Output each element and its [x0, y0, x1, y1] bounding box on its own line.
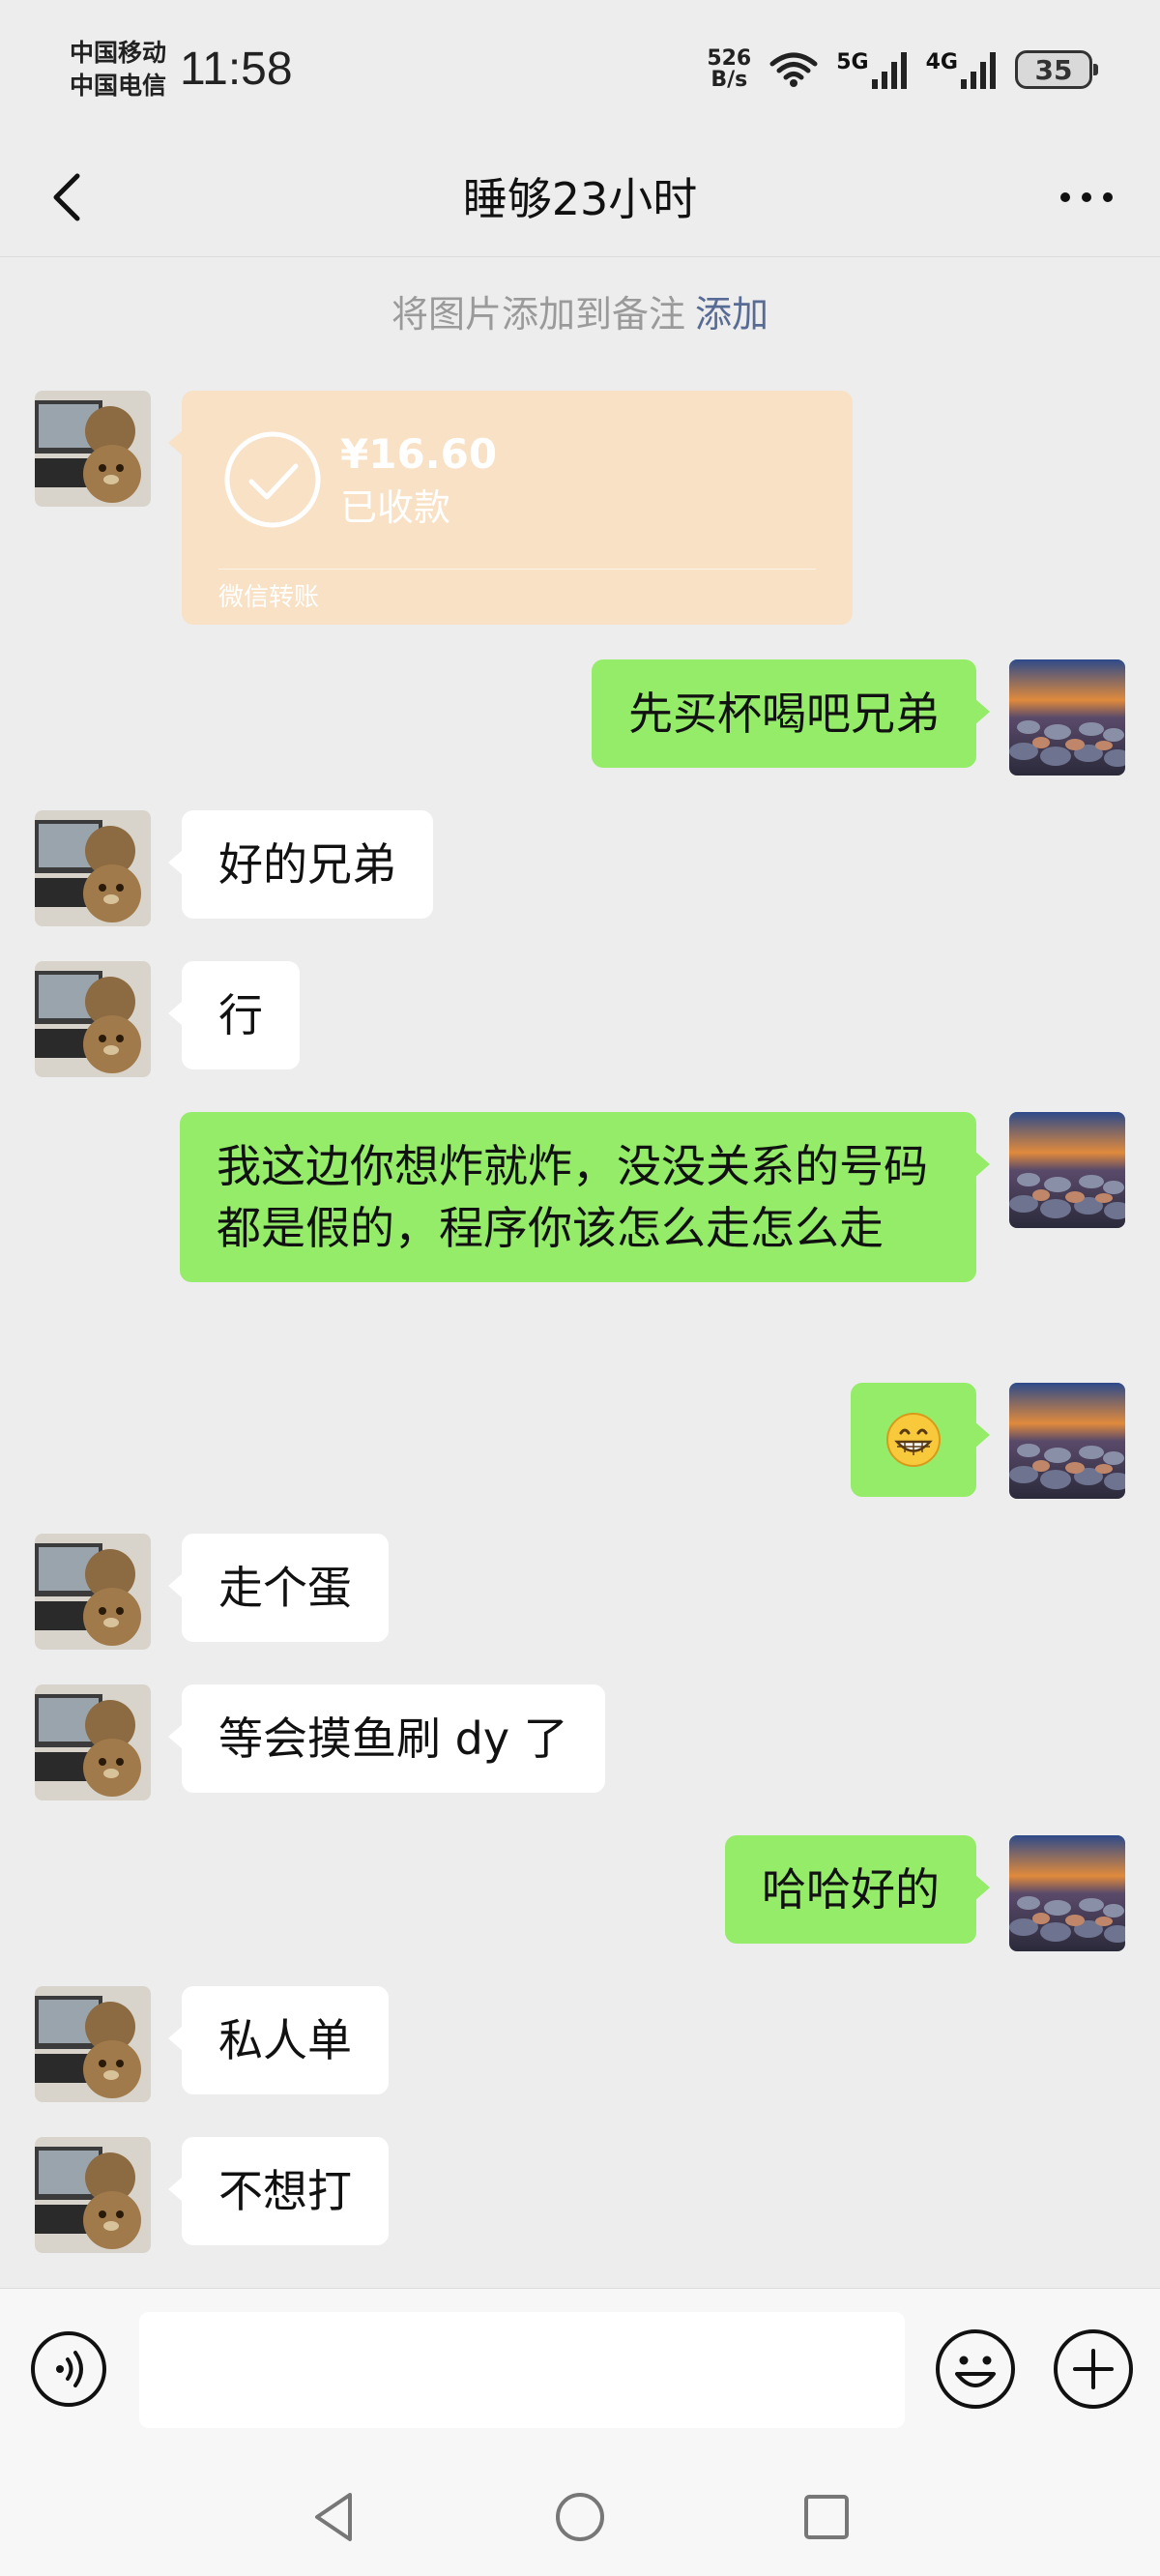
- wifi-icon: [769, 52, 818, 87]
- add-note-link[interactable]: 添加: [695, 293, 768, 336]
- status-time: 11:58: [180, 44, 293, 95]
- avatar-self[interactable]: [1009, 1112, 1125, 1228]
- plus-icon[interactable]: [1052, 2327, 1135, 2411]
- signal-4g-label: 4G: [925, 50, 958, 74]
- message-bubble-contact[interactable]: 好的兄弟: [168, 810, 433, 919]
- message-bubble-contact[interactable]: 走个蛋: [168, 1534, 389, 1642]
- avatar-self[interactable]: [1009, 1383, 1125, 1499]
- avatar-self[interactable]: [1009, 659, 1125, 776]
- carrier-2: 中国电信: [70, 72, 167, 100]
- notice-text: 将图片添加到备注: [391, 293, 685, 336]
- grin-emoji-icon: [886, 1413, 941, 1467]
- avatar-contact[interactable]: [35, 1986, 151, 2102]
- avatar-self[interactable]: [1009, 1835, 1125, 1951]
- avatar-contact[interactable]: [35, 1534, 151, 1650]
- net-speed-value: 526: [707, 46, 752, 71]
- signal-4g: 4G: [926, 50, 998, 89]
- battery-indicator: 35: [1015, 50, 1098, 89]
- signal-5g-label: 5G: [836, 50, 869, 74]
- message-input[interactable]: [139, 2312, 905, 2428]
- message-bubble-self-emoji[interactable]: [851, 1383, 990, 1497]
- recents-square-icon[interactable]: [793, 2483, 860, 2551]
- net-speed-unit: B/s: [710, 68, 748, 92]
- message-bubble-contact[interactable]: 私人单: [168, 1986, 389, 2094]
- check-circle-icon: [224, 431, 321, 528]
- message-bubble-contact[interactable]: 等会摸鱼刷 dy 了: [168, 1684, 605, 1793]
- avatar-contact[interactable]: [35, 961, 151, 1077]
- message-bubble-self[interactable]: 先买杯喝吧兄弟: [592, 659, 990, 768]
- net-speed: 526 B/s: [707, 48, 751, 91]
- carrier-1: 中国移动: [70, 39, 167, 67]
- carrier-labels: 中国移动 中国电信: [70, 37, 166, 102]
- signal-5g: 5G: [836, 50, 908, 89]
- avatar-contact[interactable]: [35, 2137, 151, 2253]
- message-bubble-self[interactable]: 哈哈好的: [725, 1835, 990, 1944]
- home-circle-icon[interactable]: [546, 2483, 614, 2551]
- add-image-notice: 将图片添加到备注 添加: [0, 290, 1160, 338]
- status-indicators: 526 B/s 5G 4G 35: [707, 43, 1098, 97]
- signal-bars-icon: [871, 52, 907, 89]
- chat-input-bar: [0, 2288, 1160, 2452]
- chat-title: 睡够23小时: [462, 173, 698, 225]
- voice-icon[interactable]: [29, 2329, 108, 2409]
- signal-bars-icon: [961, 52, 996, 89]
- system-navigation-bar: [0, 2452, 1160, 2576]
- transfer-amount: ¥16.60: [340, 430, 498, 478]
- chat-header: 睡够23小时: [0, 137, 1160, 257]
- avatar-contact[interactable]: [35, 1684, 151, 1800]
- transfer-divider: [218, 569, 816, 570]
- transfer-status: 已收款: [340, 486, 451, 529]
- status-bar: 中国移动 中国电信 11:58 526 B/s 5G 4G 35: [0, 0, 1160, 137]
- avatar-contact[interactable]: [35, 810, 151, 926]
- back-triangle-icon[interactable]: [300, 2483, 367, 2551]
- message-bubble-self[interactable]: 我这边你想炸就炸，没没关系的号码都是假的，程序你该怎么走怎么走: [180, 1112, 990, 1282]
- transfer-label: 微信转账: [218, 583, 320, 612]
- transfer-card[interactable]: ¥16.60 已收款 微信转账: [168, 391, 853, 625]
- emoji-icon[interactable]: [934, 2327, 1017, 2411]
- more-dots-icon[interactable]: [1052, 166, 1121, 228]
- avatar-contact[interactable]: [35, 391, 151, 507]
- message-bubble-contact[interactable]: 不想打: [168, 2137, 389, 2245]
- message-bubble-contact[interactable]: 行: [168, 961, 300, 1069]
